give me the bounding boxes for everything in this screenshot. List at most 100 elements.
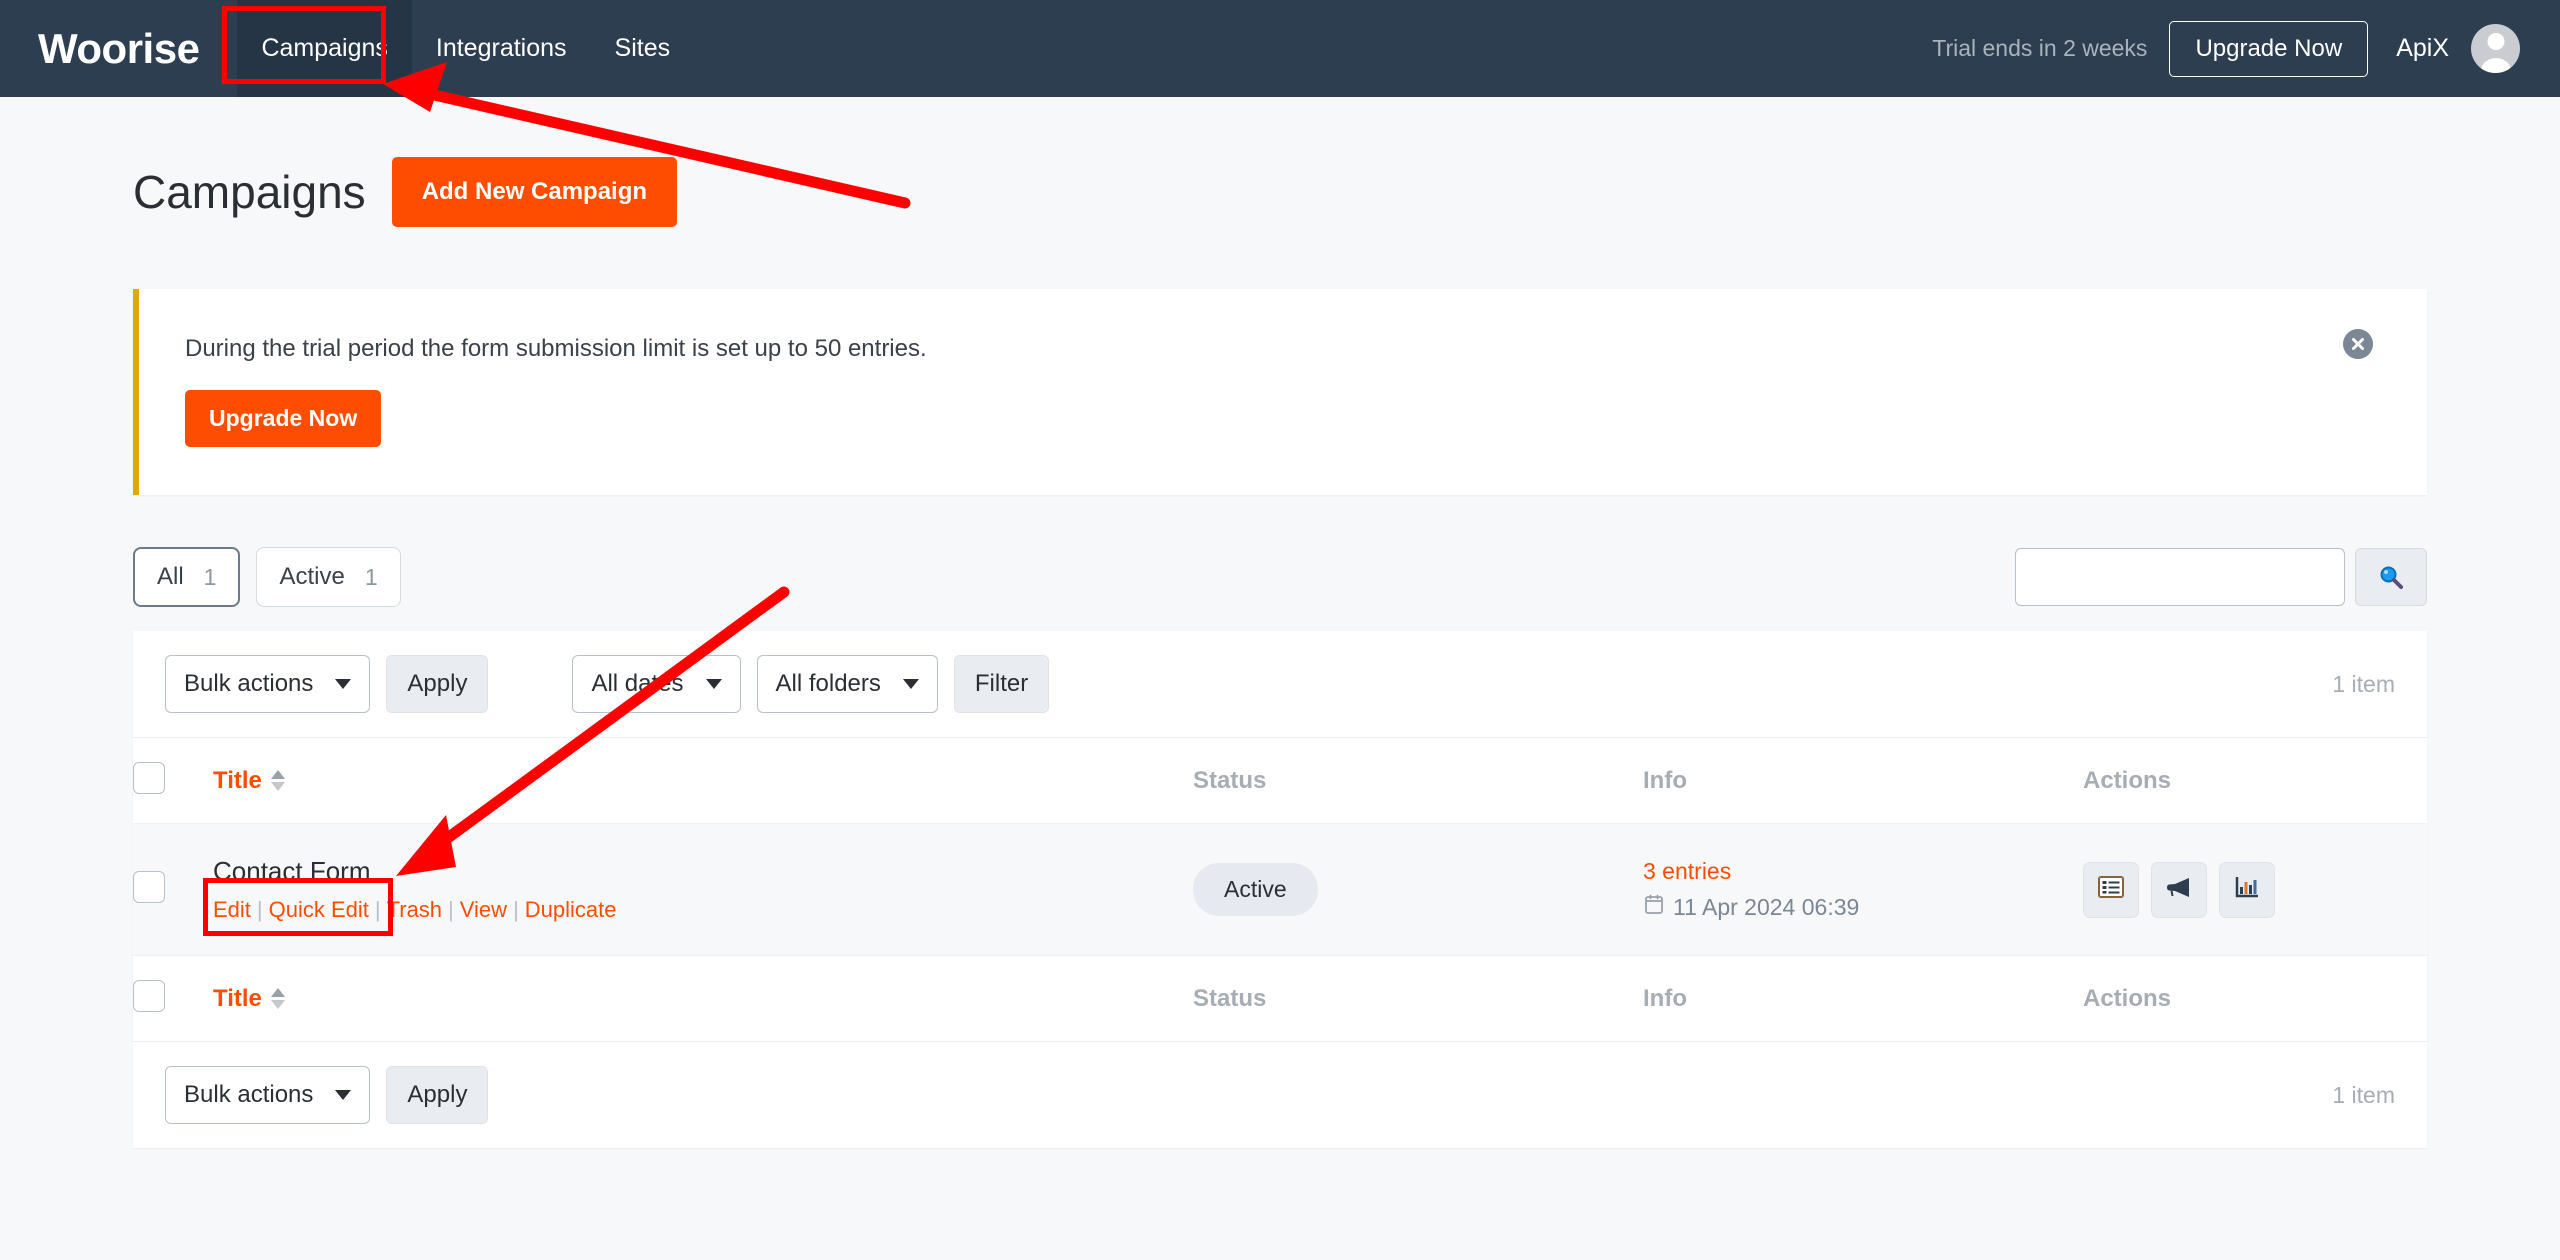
filter-tab-all-label: All	[157, 563, 184, 590]
header-actions-cell: Actions	[2083, 738, 2427, 824]
table-row: Contact Form Edit | Quick Edit | Trash | View |…	[133, 823, 2427, 956]
nav-item-campaigns[interactable]: Campaigns	[237, 0, 412, 97]
top-navigation-bar: Woorise Campaigns Integrations Sites Tri…	[0, 0, 2560, 97]
footer-title-label: Title	[213, 984, 262, 1012]
table-body: Contact Form Edit | Quick Edit | Trash | View |…	[133, 823, 2427, 956]
megaphone-icon	[2164, 872, 2194, 907]
search-icon[interactable]	[2355, 548, 2427, 606]
chevron-down-icon	[335, 679, 352, 689]
filter-button[interactable]: Filter	[953, 655, 1050, 713]
filter-tab-all-count: 1	[203, 563, 217, 590]
upgrade-now-header-button[interactable]: Upgrade Now	[2169, 20, 2369, 77]
footer-info-cell: Info	[1643, 955, 2083, 1041]
trial-notice: During the trial period the form submiss…	[133, 289, 2427, 495]
bulk-actions-select-bottom-value: Bulk actions	[184, 1081, 314, 1108]
calendar-icon	[1643, 893, 1665, 921]
header-status-cell: Status	[1193, 738, 1643, 824]
dates-filter-select[interactable]: All dates	[572, 655, 741, 713]
footer-title-cell: Title	[213, 955, 1193, 1041]
stats-button[interactable]	[2219, 861, 2275, 918]
sort-by-title-top[interactable]: Title	[213, 767, 285, 795]
search-group	[2015, 548, 2427, 606]
row-action-view[interactable]: View	[460, 897, 507, 922]
filter-tab-active[interactable]: Active 1	[256, 547, 401, 607]
close-circle-icon[interactable]	[2343, 329, 2373, 359]
filter-tab-active-count: 1	[364, 563, 378, 590]
promote-button[interactable]	[2151, 861, 2207, 918]
chevron-down-icon	[705, 679, 722, 689]
chevron-down-icon	[335, 1090, 352, 1100]
footer-actions-cell: Actions	[2083, 955, 2427, 1041]
header-title-cell: Title	[213, 738, 1193, 824]
row-action-trash[interactable]: Trash	[387, 897, 442, 922]
row-select-cell	[133, 824, 213, 956]
filters-row: All 1 Active 1	[133, 547, 2427, 607]
header-info-label: Info	[1643, 766, 1687, 794]
dates-filter-value: All dates	[591, 670, 684, 697]
sort-arrows-icon	[270, 988, 285, 1009]
header-select-all-cell	[133, 738, 213, 824]
row-action-separator: |	[374, 897, 381, 922]
entries-count-link[interactable]: 3 entries	[1643, 858, 2083, 885]
row-action-duplicate[interactable]: Duplicate	[525, 897, 617, 922]
chevron-down-icon	[902, 679, 919, 689]
bar-chart-icon	[2232, 872, 2262, 907]
footer-select-all-cell	[133, 955, 213, 1041]
row-actions-cell	[2083, 824, 2427, 956]
row-status-cell: Active	[1193, 824, 1643, 956]
add-new-campaign-button[interactable]: Add New Campaign	[391, 157, 678, 227]
row-action-quick-edit[interactable]: Quick Edit	[269, 897, 369, 922]
page-content: Campaigns Add New Campaign During the tr…	[0, 97, 2560, 1148]
bulk-actions-select-top[interactable]: Bulk actions	[165, 655, 371, 713]
header-info-cell: Info	[1643, 738, 2083, 824]
trial-status-text: Trial ends in 2 weeks	[1932, 35, 2148, 61]
row-title-cell: Contact Form Edit | Quick Edit | Trash | View |…	[213, 824, 1193, 956]
table-head: Title Status Info Actions	[133, 738, 2427, 824]
created-date-text: 11 Apr 2024 06:39	[1673, 893, 1860, 920]
filter-tab-all[interactable]: All 1	[133, 547, 241, 607]
page-title: Campaigns	[133, 166, 366, 218]
folders-filter-value: All folders	[775, 670, 881, 697]
row-action-edit[interactable]: Edit	[213, 897, 251, 922]
header-actions-label: Actions	[2083, 766, 2172, 794]
user-avatar-icon[interactable]	[2471, 24, 2520, 73]
table-header-row: Title Status Info Actions	[133, 738, 2427, 824]
campaigns-list-card: Bulk actions Apply All dates All folders…	[133, 631, 2427, 1148]
sort-arrows-icon	[270, 770, 285, 791]
table-foot: Title Status Info Actions	[133, 955, 2427, 1041]
item-count-top: 1 item	[2332, 670, 2395, 697]
account-name[interactable]: ApiX	[2396, 34, 2449, 63]
select-all-checkbox-top[interactable]	[133, 762, 165, 794]
item-count-bottom: 1 item	[2332, 1081, 2395, 1108]
nav-item-sites[interactable]: Sites	[591, 0, 695, 97]
view-entries-button[interactable]	[2083, 861, 2139, 918]
header-title-label: Title	[213, 766, 262, 794]
row-action-separator: |	[448, 897, 454, 922]
campaign-title-link[interactable]: Contact Form	[213, 856, 1193, 887]
row-checkbox[interactable]	[133, 871, 165, 903]
row-action-buttons	[2083, 861, 2427, 918]
bulk-actions-select-bottom[interactable]: Bulk actions	[165, 1066, 371, 1124]
upgrade-now-notice-button[interactable]: Upgrade Now	[185, 390, 382, 447]
row-action-separator: |	[513, 897, 519, 922]
select-all-checkbox-bottom[interactable]	[133, 980, 165, 1012]
search-input[interactable]	[2015, 548, 2345, 606]
campaigns-table: Title Status Info Actions Contact Form E…	[133, 738, 2427, 1041]
table-footer-row: Title Status Info Actions	[133, 955, 2427, 1041]
sort-by-title-bottom[interactable]: Title	[213, 985, 285, 1013]
list-toolbar-top: Bulk actions Apply All dates All folders…	[133, 631, 2427, 738]
status-badge: Active	[1193, 863, 1318, 916]
row-action-separator: |	[256, 897, 263, 922]
woorise-logo[interactable]: Woorise	[38, 27, 200, 70]
trial-notice-text: During the trial period the form submiss…	[185, 335, 927, 362]
main-nav: Campaigns Integrations Sites	[237, 0, 694, 97]
folders-filter-select[interactable]: All folders	[756, 655, 938, 713]
apply-button-top[interactable]: Apply	[386, 655, 489, 713]
header-status-label: Status	[1193, 766, 1267, 794]
footer-info-label: Info	[1643, 984, 1687, 1012]
footer-actions-label: Actions	[2083, 984, 2172, 1012]
apply-button-bottom[interactable]: Apply	[386, 1066, 489, 1124]
nav-item-integrations[interactable]: Integrations	[412, 0, 591, 97]
row-action-links: Edit | Quick Edit | Trash | View | Duplicate	[213, 897, 1193, 923]
footer-status-cell: Status	[1193, 955, 1643, 1041]
